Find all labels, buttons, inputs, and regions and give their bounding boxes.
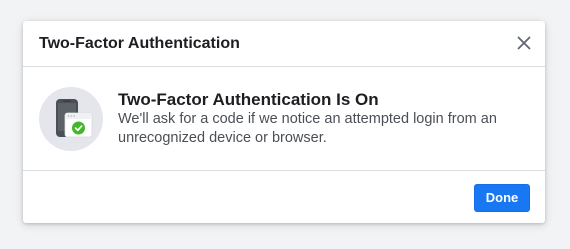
close-icon — [517, 36, 531, 50]
two-factor-dialog: Two-Factor Authentication Two-Factor Aut… — [23, 21, 545, 223]
close-button[interactable] — [514, 33, 534, 53]
done-button[interactable]: Done — [474, 184, 530, 212]
phone-browser-check-icon — [38, 86, 104, 152]
dialog-footer: Done — [23, 171, 545, 223]
status-description: We'll ask for a code if we notice an att… — [118, 111, 497, 146]
status-heading: Two-Factor Authentication Is On — [118, 90, 379, 109]
dialog-header: Two-Factor Authentication — [23, 21, 545, 67]
dialog-body: Two-Factor Authentication Is On We'll as… — [23, 67, 545, 171]
dialog-title: Two-Factor Authentication — [39, 35, 240, 52]
